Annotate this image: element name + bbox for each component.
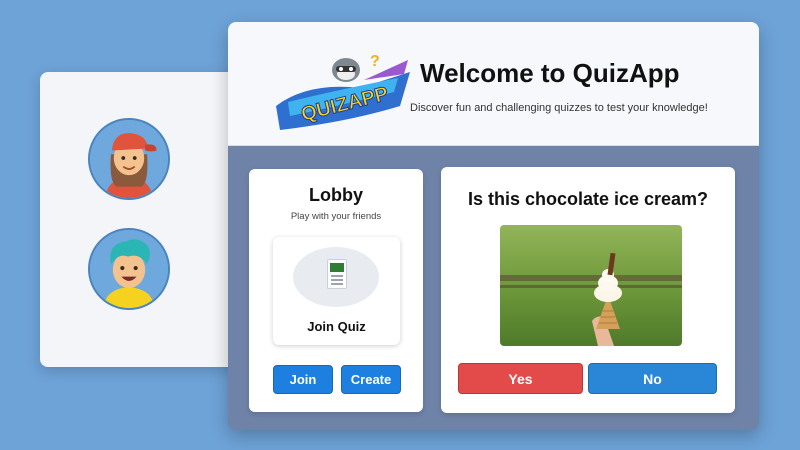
lobby-panel: Lobby Play with your friends Join Quiz J…	[249, 169, 423, 412]
lobby-subtitle: Play with your friends	[290, 211, 382, 222]
svg-text:?: ?	[370, 53, 380, 70]
yes-button[interactable]: Yes	[458, 363, 583, 394]
raccoon-logo-icon: ? QUIZAPP	[276, 53, 410, 130]
quiz-app-window: ? QUIZAPP Welcome to QuizApp Discover fu…	[228, 22, 759, 430]
lobby-title: Lobby	[309, 185, 363, 205]
avatar-girl[interactable]	[88, 118, 170, 200]
join-quiz-label: Join Quiz	[307, 319, 366, 334]
page-title: Welcome to QuizApp	[420, 58, 680, 88]
app-header: ? QUIZAPP Welcome to QuizApp Discover fu…	[228, 22, 759, 146]
page-subtitle: Discover fun and challenging quizzes to …	[410, 102, 708, 114]
avatar-boy[interactable]	[88, 228, 170, 310]
ice-cream-photo	[500, 225, 682, 346]
join-quiz-tile[interactable]: Join Quiz	[273, 237, 400, 345]
girl-avatar-icon	[90, 120, 168, 198]
avatars-panel	[40, 72, 245, 367]
question-text: Is this chocolate ice cream?	[467, 189, 709, 209]
create-button[interactable]: Create	[341, 365, 401, 394]
join-button[interactable]: Join	[273, 365, 333, 394]
ice-cream-image	[500, 225, 682, 346]
boy-avatar-icon	[90, 230, 168, 308]
document-icon	[327, 259, 347, 289]
question-panel: Is this chocolate ice cream? Yes No	[441, 167, 735, 413]
quizapp-logo[interactable]: ? QUIZAPP	[268, 44, 418, 134]
no-button[interactable]: No	[588, 363, 717, 394]
